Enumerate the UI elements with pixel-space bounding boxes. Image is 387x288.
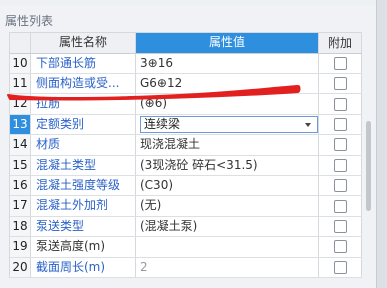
red-annotation-stroke	[7, 85, 301, 101]
